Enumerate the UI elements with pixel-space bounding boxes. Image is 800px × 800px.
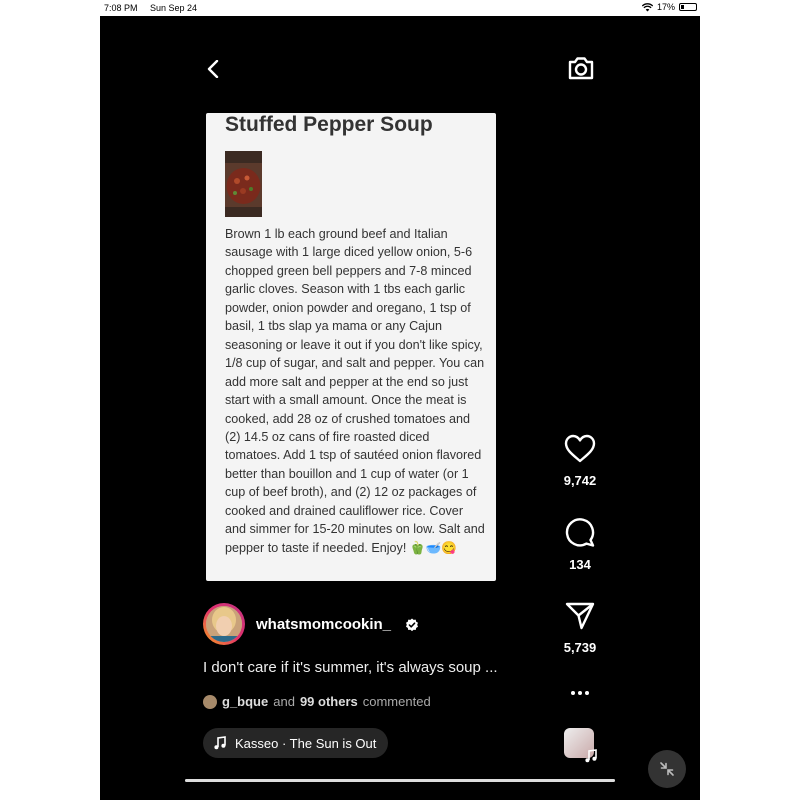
comment-action[interactable]: 134 <box>550 516 610 572</box>
heart-icon[interactable] <box>564 434 596 464</box>
commenters-summary[interactable]: g_bque and 99 others commented <box>203 694 431 709</box>
minimize-icon <box>660 762 674 776</box>
comment-count: 134 <box>569 557 591 572</box>
recipe-card: Stuffed Pepper Soup Brown 1 lb each grou… <box>206 113 496 581</box>
post-caption[interactable]: I don't care if it's summer, it's always… <box>203 659 498 676</box>
send-icon[interactable] <box>564 601 596 631</box>
share-action[interactable]: 5,739 <box>550 601 610 655</box>
recipe-title: Stuffed Pepper Soup <box>225 113 433 136</box>
status-date: Sun Sep 24 <box>150 3 198 13</box>
author-photo <box>206 606 242 642</box>
share-count: 5,739 <box>563 640 597 655</box>
video-progress-fill <box>185 779 615 782</box>
soup-photo <box>225 151 262 217</box>
commenters-suffix: commented <box>362 694 431 709</box>
like-action[interactable]: 9,742 <box>550 434 610 488</box>
status-time: 7:08 PM <box>104 3 138 13</box>
commenters-joiner: and <box>273 694 295 709</box>
battery-icon <box>679 3 697 11</box>
verified-badge-icon <box>406 618 418 632</box>
like-count: 9,742 <box>563 473 597 488</box>
music-label: Kasseo · The Sun is Out <box>235 735 377 751</box>
author-avatar[interactable] <box>203 603 245 645</box>
camera-icon[interactable] <box>565 52 597 84</box>
audio-note-icon <box>585 749 597 763</box>
commenters-others: 99 others <box>299 694 358 709</box>
status-bar: 7:08 PM Sun Sep 24 17% <box>0 0 800 16</box>
recipe-text: Brown 1 lb each ground beef and Italian … <box>225 227 485 555</box>
music-note-icon <box>214 736 226 750</box>
commenter-avatar <box>203 694 217 709</box>
wifi-icon <box>641 2 653 11</box>
video-progress-bar[interactable] <box>185 779 615 782</box>
battery-percent: 17% <box>656 2 675 12</box>
comment-icon[interactable] <box>564 516 596 548</box>
more-icon[interactable] <box>570 690 590 696</box>
music-pill[interactable]: Kasseo · The Sun is Out <box>203 728 389 758</box>
minimize-button[interactable] <box>648 750 686 788</box>
commenter-name: g_bque <box>222 694 269 709</box>
status-right: 17% <box>641 2 697 12</box>
chevron-left-icon[interactable] <box>204 60 222 78</box>
author-username[interactable]: whatsmomcookin_ <box>256 616 391 633</box>
reel-screen: Stuffed Pepper Soup Brown 1 lb each grou… <box>100 16 700 800</box>
